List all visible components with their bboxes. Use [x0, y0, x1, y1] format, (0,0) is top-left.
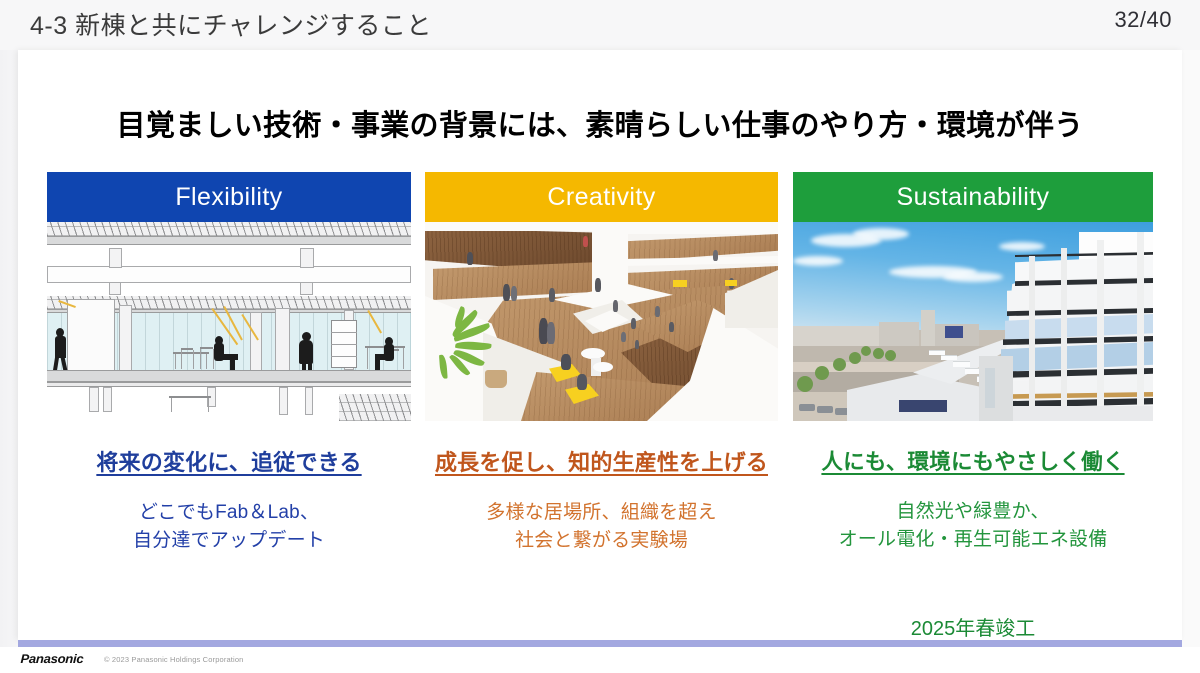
column-body-line: オール電化・再生可能エネ設備 [838, 528, 1108, 550]
column-header-creativity: Creativity [425, 172, 778, 222]
column-body-creativity: 多様な居場所、組織を超え 社会と繋がる実験場 [425, 499, 778, 554]
pillar-column-flexibility: Flexibility 将来の変化に、追従できる どこでもFab＆Lab、 自分… [47, 172, 411, 554]
page-title: 4-3 新棟と共にチャレンジすること [30, 12, 432, 40]
column-header-label: Flexibility [175, 182, 283, 211]
column-body-line: 社会と繋がる実験場 [515, 529, 688, 551]
architectural-section-drawing [47, 222, 411, 421]
atrium-interior-render [425, 222, 778, 421]
slide-content-card: 目覚ましい技術・事業の背景には、素晴らしい仕事のやり方・環境が伴う Flexib… [18, 50, 1182, 640]
main-heading: 目覚ましい技術・事業の背景には、素晴らしい仕事のやり方・環境が伴う [116, 110, 1084, 142]
column-caption-sustainability: 人にも、環境にもやさしく働く [821, 450, 1125, 474]
pillar-column-sustainability: Sustainability 人にも、環境にもやさしく働く 自然光や緑豊か、 オ… [793, 172, 1153, 553]
column-header-flexibility: Flexibility [47, 172, 411, 222]
panasonic-logo: Panasonic [20, 652, 84, 666]
column-header-sustainability: Sustainability [793, 172, 1153, 222]
accent-bar [18, 640, 1182, 647]
copyright-text: © 2023 Panasonic Holdings Corporation [104, 655, 244, 664]
page-counter: 32/40 [1114, 7, 1172, 32]
pillar-column-creativity: Creativity 成長を促し、知的生産性を上げる 多様な居場所、組織を超え … [425, 172, 778, 554]
exterior-campus-render [793, 222, 1153, 421]
column-body-line: どこでもFab＆Lab、 [138, 502, 320, 523]
column-body-line: 自分達でアップデート [132, 529, 325, 551]
completion-note: 2025年春竣工 [910, 618, 1036, 640]
column-body-line: 自然光や緑豊か、 [896, 501, 1050, 522]
slide-footer: Panasonic © 2023 Panasonic Holdings Corp… [0, 647, 1200, 673]
slide-root: 4-3 新棟と共にチャレンジすること 32/40 目覚ましい技術・事業の背景には… [0, 0, 1200, 673]
column-header-label: Sustainability [896, 182, 1050, 211]
column-header-label: Creativity [547, 182, 656, 211]
column-body-sustainability: 自然光や緑豊か、 オール電化・再生可能エネ設備 [793, 498, 1153, 553]
column-body-flexibility: どこでもFab＆Lab、 自分達でアップデート [47, 499, 411, 554]
slide-header: 4-3 新棟と共にチャレンジすること 32/40 [0, 0, 1200, 50]
column-caption-creativity: 成長を促し、知的生産性を上げる [434, 450, 768, 475]
column-body-line: 多様な居場所、組織を超え [486, 502, 717, 523]
column-caption-flexibility: 将来の変化に、追従できる [96, 450, 362, 475]
